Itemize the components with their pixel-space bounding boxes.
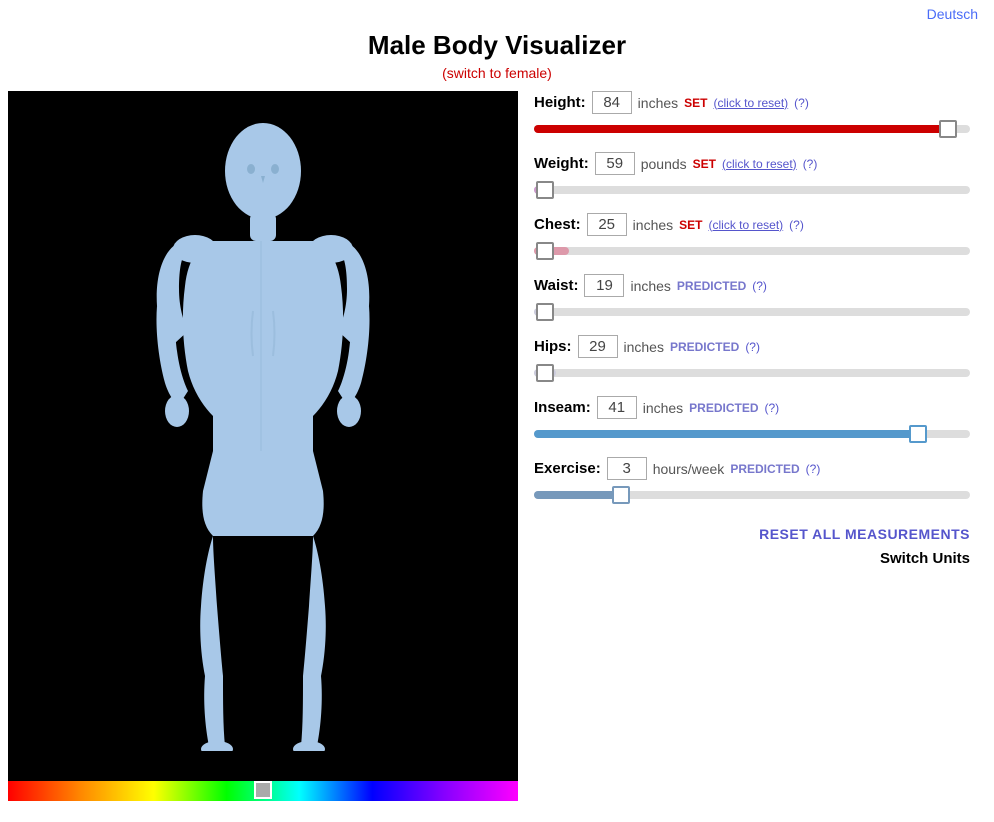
chest-slider-thumb[interactable] [536,242,554,260]
chest-slider-container[interactable] [534,240,970,262]
inseam-label-row: Inseam: 41 inches PREDICTED (?) [534,396,970,419]
viewer-panel [8,91,518,801]
height-slider-thumb[interactable] [939,120,957,138]
weight-help[interactable]: (?) [803,157,818,171]
body-figure [8,91,518,771]
inseam-value[interactable]: 41 [597,396,637,419]
waist-status: PREDICTED [677,279,746,293]
height-reset[interactable]: (click to reset) [713,96,788,110]
hips-slider-track[interactable] [534,369,970,377]
waist-slider-thumb[interactable] [536,303,554,321]
weight-unit: pounds [641,156,687,172]
chest-slider-track[interactable] [534,247,970,255]
chest-label-row: Chest: 25 inches SET (click to reset) (?… [534,213,970,236]
inseam-label: Inseam: [534,399,591,416]
exercise-help[interactable]: (?) [806,462,821,476]
switch-units-button[interactable]: Switch Units [880,550,970,567]
inseam-slider-track[interactable] [534,430,970,438]
exercise-slider-thumb[interactable] [612,486,630,504]
inseam-help[interactable]: (?) [765,401,780,415]
weight-status: SET [693,157,716,171]
exercise-label: Exercise: [534,460,601,477]
weight-slider-container[interactable] [534,179,970,201]
exercise-slider-fill [534,491,621,499]
weight-value[interactable]: 59 [595,152,635,175]
hips-unit: inches [624,339,664,355]
inseam-slider-container[interactable] [534,423,970,445]
page-subtitle[interactable]: (switch to female) [0,65,994,81]
inseam-slider-fill [534,430,918,438]
chest-row: Chest: 25 inches SET (click to reset) (?… [534,213,970,262]
hips-status: PREDICTED [670,340,739,354]
exercise-unit: hours/week [653,461,725,477]
waist-row: Waist: 19 inches PREDICTED (?) [534,274,970,323]
color-bar[interactable] [8,781,518,801]
chest-unit: inches [633,217,673,233]
waist-slider-container[interactable] [534,301,970,323]
height-help[interactable]: (?) [794,96,809,110]
height-label-row: Height: 84 inches SET (click to reset) (… [534,91,970,114]
top-bar: Deutsch [0,0,994,22]
weight-slider-track[interactable] [534,186,970,194]
height-label: Height: [534,94,586,111]
page-title: Male Body Visualizer [0,30,994,61]
color-bar-thumb[interactable] [254,781,272,799]
height-unit: inches [638,95,678,111]
hips-slider-container[interactable] [534,362,970,384]
hips-help[interactable]: (?) [745,340,760,354]
height-row: Height: 84 inches SET (click to reset) (… [534,91,970,140]
exercise-row: Exercise: 3 hours/week PREDICTED (?) [534,457,970,506]
waist-value[interactable]: 19 [584,274,624,297]
height-value[interactable]: 84 [592,91,632,114]
weight-row: Weight: 59 pounds SET (click to reset) (… [534,152,970,201]
hips-slider-thumb[interactable] [536,364,554,382]
lang-link[interactable]: Deutsch [927,6,978,22]
switch-gender-link[interactable]: (switch to female) [442,65,552,81]
main-layout: Height: 84 inches SET (click to reset) (… [0,91,994,801]
hips-label: Hips: [534,338,572,355]
height-status: SET [684,96,707,110]
exercise-status: PREDICTED [730,462,799,476]
hips-value[interactable]: 29 [578,335,618,358]
height-slider-track[interactable] [534,125,970,133]
body-svg [113,111,413,751]
waist-label: Waist: [534,277,578,294]
controls-panel: Height: 84 inches SET (click to reset) (… [518,91,986,801]
chest-help[interactable]: (?) [789,218,804,232]
waist-help[interactable]: (?) [752,279,767,293]
inseam-slider-thumb[interactable] [909,425,927,443]
waist-label-row: Waist: 19 inches PREDICTED (?) [534,274,970,297]
weight-slider-thumb[interactable] [536,181,554,199]
weight-reset[interactable]: (click to reset) [722,157,797,171]
waist-slider-track[interactable] [534,308,970,316]
exercise-label-row: Exercise: 3 hours/week PREDICTED (?) [534,457,970,480]
exercise-slider-track[interactable] [534,491,970,499]
chest-reset[interactable]: (click to reset) [708,218,783,232]
inseam-unit: inches [643,400,683,416]
chest-label: Chest: [534,216,581,233]
reset-all-button[interactable]: RESET ALL MEASUREMENTS [759,526,970,542]
chest-status: SET [679,218,702,232]
weight-label: Weight: [534,155,589,172]
waist-unit: inches [630,278,670,294]
exercise-value[interactable]: 3 [607,457,647,480]
inseam-status: PREDICTED [689,401,758,415]
hips-label-row: Hips: 29 inches PREDICTED (?) [534,335,970,358]
hips-row: Hips: 29 inches PREDICTED (?) [534,335,970,384]
inseam-row: Inseam: 41 inches PREDICTED (?) [534,396,970,445]
bottom-actions: RESET ALL MEASUREMENTS Switch Units [534,526,970,567]
height-slider-container[interactable] [534,118,970,140]
exercise-slider-container[interactable] [534,484,970,506]
height-slider-fill [534,125,948,133]
chest-value[interactable]: 25 [587,213,627,236]
weight-label-row: Weight: 59 pounds SET (click to reset) (… [534,152,970,175]
